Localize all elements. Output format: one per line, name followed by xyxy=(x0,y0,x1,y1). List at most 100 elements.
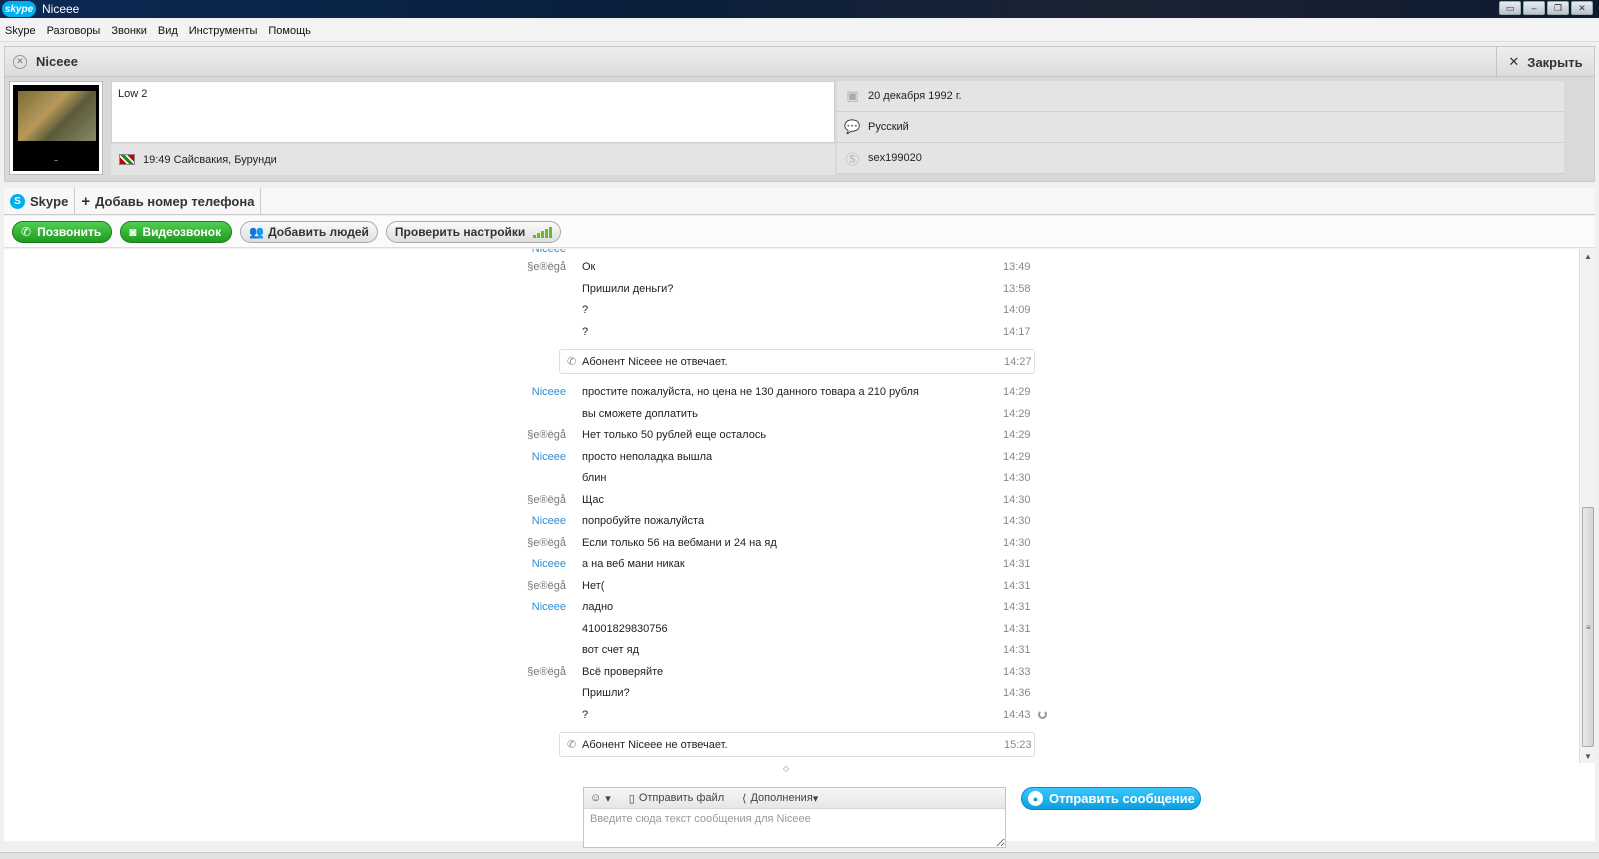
plus-icon: + xyxy=(81,193,91,210)
message-sender[interactable]: Niceee xyxy=(532,558,566,570)
menu-conversations[interactable]: Разговоры xyxy=(47,25,101,37)
avatar-caption: ~ xyxy=(53,158,59,165)
message-time: 14:30 xyxy=(1003,515,1031,527)
emoticon-button[interactable]: ☺ ▾ xyxy=(590,792,611,805)
chat-message: §e®ëgå Всё проверяйте 14:33 xyxy=(4,662,1579,683)
add-people-button[interactable]: 👥 Добавить людей xyxy=(240,220,378,243)
message-sender: Niceee xyxy=(531,249,566,255)
message-text: Нет( xyxy=(582,579,605,592)
extras-button[interactable]: ⟨ Дополнения ▾ xyxy=(742,792,818,805)
message-text: Ок xyxy=(582,261,596,273)
phone-icon: ✆ xyxy=(567,356,577,368)
people-icon: 👥 xyxy=(249,224,265,239)
scroll-up-arrow-icon[interactable]: ▲ xyxy=(1580,249,1596,263)
close-window-icon[interactable]: ✕ xyxy=(1571,1,1593,15)
menu-skype[interactable]: Skype xyxy=(5,25,36,37)
scrollbar-thumb[interactable]: ≡ xyxy=(1582,507,1594,747)
message-time: 14:09 xyxy=(1003,304,1031,316)
message-sender[interactable]: Niceee xyxy=(532,451,566,463)
compact-view-icon[interactable]: ▭ xyxy=(1499,1,1521,15)
contact-name-bar: ✕ Niceee ✕ Закрыть xyxy=(5,47,1594,77)
message-time: 14:33 xyxy=(1003,665,1031,678)
chat-scrollbar[interactable]: ▲ ≡ ▼ xyxy=(1579,249,1595,763)
message-text: вы сможете доплатить xyxy=(582,407,698,420)
mood-message: Low 2 xyxy=(111,81,835,143)
message-sender[interactable]: §e®ëgå xyxy=(527,261,566,273)
message-sender[interactable]: §e®ëgå xyxy=(527,429,566,441)
close-conversation-button[interactable]: ✕ Закрыть xyxy=(1496,47,1594,77)
message-text: Пришли? xyxy=(582,687,630,699)
message-text: вот счет яд xyxy=(582,644,640,656)
message-input[interactable] xyxy=(584,809,1005,847)
chat-history: Niceee §e®ëgå Ок 13:49 Пришили деньги? 13:58… xyxy=(4,249,1579,763)
message-time: 14:17 xyxy=(1003,325,1031,338)
chat-message: §e®ëgå Щас 14:30 xyxy=(4,490,1579,511)
message-time: 14:29 xyxy=(1003,450,1031,463)
chat-message: ? 14:09 xyxy=(4,300,1579,321)
message-time: 13:49 xyxy=(1003,261,1031,273)
phone-icon: ✆ xyxy=(21,224,32,239)
check-settings-button[interactable]: Проверить настройки xyxy=(385,220,562,243)
conversation-tabs: S Skype + Добавь номер телефона xyxy=(4,188,1595,215)
chat-message: §e®ëgå Нет( 14:31 xyxy=(4,576,1579,597)
message-text: Нет только 50 рублей еще осталось xyxy=(582,429,767,441)
tab-skype-label: Skype xyxy=(30,194,69,209)
message-time: 14:31 xyxy=(1003,579,1031,592)
extras-icon: ⟨ xyxy=(742,792,747,805)
tab-add-phone-label: Добавь номер телефона xyxy=(95,194,255,209)
notice-time: 14:27 xyxy=(1004,356,1032,368)
chat-message: §e®ëgå Нет только 50 рублей еще осталось 1… xyxy=(4,425,1579,446)
message-sender[interactable]: §e®ëgå xyxy=(527,537,566,549)
message-sender[interactable]: §e®ëgå xyxy=(527,580,566,592)
tab-add-phone[interactable]: + Добавь номер телефона xyxy=(75,188,262,215)
message-sender[interactable]: Niceee xyxy=(532,515,566,527)
message-text: Пришили деньги? xyxy=(582,282,674,295)
phone-icon: ✆ xyxy=(567,739,577,751)
message-sender[interactable]: §e®ëgå xyxy=(527,666,566,678)
contact-name: Niceee xyxy=(36,54,78,69)
notice-time: 15:23 xyxy=(1004,739,1032,751)
scroll-down-arrow-icon[interactable]: ▼ xyxy=(1580,749,1596,763)
chat-message: Niceee ладно 14:31 xyxy=(4,597,1579,618)
send-message-label: Отправить сообщение xyxy=(1049,791,1195,806)
send-message-button[interactable]: ● Отправить сообщение xyxy=(1021,787,1201,810)
message-time: 14:29 xyxy=(1003,429,1031,441)
close-label: Закрыть xyxy=(1527,54,1583,70)
message-sender[interactable]: Niceee xyxy=(532,601,566,613)
gift-icon: ▣ xyxy=(846,88,859,103)
video-call-button[interactable]: ◙ Видеозвонок xyxy=(120,220,233,243)
message-time: 14:36 xyxy=(1003,687,1031,699)
avatar[interactable]: ~ xyxy=(9,81,103,175)
message-text: ладно xyxy=(582,601,614,613)
message-text: Всё проверяйте xyxy=(582,665,664,678)
menu-tools[interactable]: Инструменты xyxy=(189,25,258,37)
message-sender[interactable]: Niceee xyxy=(532,386,566,398)
message-time: 14:29 xyxy=(1003,386,1031,398)
resize-handle-icon[interactable]: ◇ xyxy=(783,764,789,773)
birthday-row: ▣ 20 декабря 1992 г. xyxy=(837,81,1564,112)
signal-strength-icon xyxy=(533,226,553,238)
burundi-flag-icon xyxy=(119,154,135,165)
message-sender[interactable]: §e®ëgå xyxy=(527,494,566,506)
message-time: 14:43 xyxy=(1003,708,1031,721)
tab-skype[interactable]: S Skype xyxy=(4,188,76,215)
offline-status-icon: ✕ xyxy=(13,54,27,69)
send-file-label: Отправить файл xyxy=(638,792,725,804)
menu-view[interactable]: Вид xyxy=(158,25,178,37)
minimize-icon[interactable]: – xyxy=(1523,1,1545,15)
message-time: 14:31 xyxy=(1003,644,1031,656)
call-button[interactable]: ✆ Позвонить xyxy=(12,220,113,243)
system-notice: ✆ Абонент Niceee не отвечает. 14:27 xyxy=(559,349,1035,374)
message-time: 14:29 xyxy=(1003,407,1031,420)
chat-message: Niceee попробуйте пожалуйста 14:30 xyxy=(4,511,1579,532)
extras-arrow-icon: ▾ xyxy=(812,792,819,805)
smiley-icon: ☺ xyxy=(590,792,602,804)
menu-help[interactable]: Помощь xyxy=(268,25,311,37)
chat-message: Niceee а на веб мани никак 14:31 xyxy=(4,554,1579,575)
send-file-button[interactable]: ▯ Отправить файл xyxy=(629,792,724,805)
contact-header: ✕ Niceee ✕ Закрыть ~ Low 2 19:49 Сайсвак… xyxy=(4,46,1595,182)
message-text: 41001829830756 xyxy=(582,622,668,635)
menu-calls[interactable]: Звонки xyxy=(111,25,147,37)
restore-icon[interactable]: ❐ xyxy=(1547,1,1569,15)
chat-message: §e®ëgå Если только 56 на вебмани и 24 на … xyxy=(4,533,1579,554)
